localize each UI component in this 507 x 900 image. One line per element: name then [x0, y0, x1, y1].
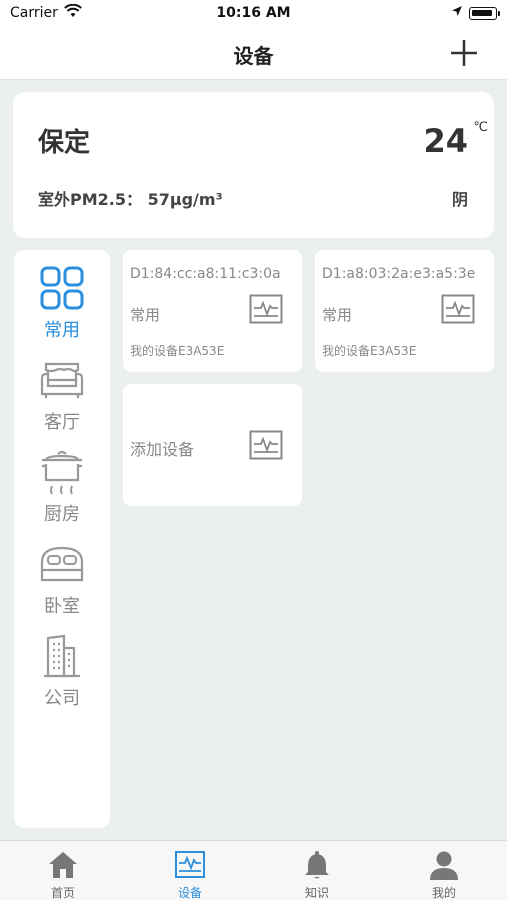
user-icon: [430, 851, 458, 880]
room-label: 厨房: [44, 504, 80, 525]
room-label: 客厅: [44, 412, 80, 433]
room-label: 卧室: [44, 596, 80, 617]
weather-card: 保定 24 ℃ 室外PM2.5： 57μg/m³ 阴: [13, 92, 494, 238]
tab-home[interactable]: 首页: [0, 841, 126, 900]
monitor-icon: [249, 430, 283, 460]
sofa-icon: [40, 362, 84, 398]
room-item-office[interactable]: 公司: [14, 632, 110, 720]
room-item-living-room[interactable]: 客厅: [14, 356, 110, 444]
city-name: 保定: [38, 128, 91, 158]
temperature-unit: ℃: [473, 120, 488, 135]
temperature-value: 24: [423, 122, 468, 160]
room-label: 常用: [44, 320, 80, 341]
pot-icon: [42, 450, 82, 495]
device-mac: D1:a8:03:2a:e3:a5:3e: [322, 266, 476, 282]
tab-bar: 首页 设备 知识 我的: [0, 840, 507, 900]
monitor-icon: [441, 294, 475, 324]
room-label: 公司: [44, 688, 80, 709]
status-bar: Carrier 10:16 AM: [0, 0, 507, 28]
room-item-kitchen[interactable]: 厨房: [14, 448, 110, 536]
pm25-readout: 室外PM2.5： 57μg/m³: [38, 190, 223, 209]
device-room: 常用: [130, 306, 161, 324]
device-mac: D1:84:cc:a8:11:c3:0a: [130, 266, 281, 282]
bell-icon: [305, 851, 329, 879]
grid-icon: [40, 266, 84, 310]
room-item-bedroom[interactable]: 卧室: [14, 540, 110, 628]
device-name: 我的设备E3A53E: [130, 344, 225, 358]
device-name: 我的设备E3A53E: [322, 344, 417, 358]
monitor-icon: [249, 294, 283, 324]
device-icon: [175, 851, 205, 878]
tab-label: 知识: [304, 886, 329, 900]
add-device-card[interactable]: 添加设备: [123, 384, 302, 506]
device-card[interactable]: D1:84:cc:a8:11:c3:0a 常用 我的设备E3A53E: [123, 250, 302, 372]
tab-label: 设备: [177, 886, 202, 900]
clock: 10:16 AM: [216, 5, 291, 21]
home-icon: [49, 852, 77, 878]
room-sidebar: 常用 客厅 厨房 卧室 公司: [14, 250, 110, 828]
building-icon: [44, 634, 80, 678]
bed-icon: [40, 546, 84, 582]
nav-bar: 设备: [0, 28, 507, 80]
device-room: 常用: [322, 306, 353, 324]
device-card[interactable]: D1:a8:03:2a:e3:a5:3e 常用 我的设备E3A53E: [315, 250, 494, 372]
tab-knowledge[interactable]: 知识: [254, 841, 380, 900]
tab-label: 我的: [431, 886, 456, 900]
weather-condition: 阴: [451, 190, 468, 209]
page-title: 设备: [233, 44, 274, 68]
location-arrow-icon: [452, 6, 462, 16]
add-device-label: 添加设备: [130, 440, 195, 459]
plus-icon[interactable]: [449, 38, 479, 68]
room-item-common[interactable]: 常用: [14, 264, 110, 352]
tab-mine[interactable]: 我的: [381, 841, 507, 900]
tab-label: 首页: [50, 886, 75, 900]
tab-device[interactable]: 设备: [127, 841, 253, 900]
battery-icon: [469, 7, 500, 20]
